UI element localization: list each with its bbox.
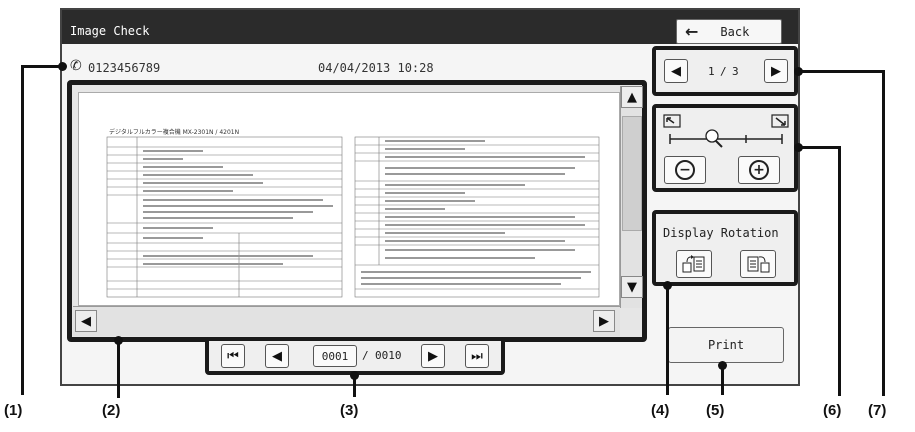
zoom-slider[interactable]	[662, 113, 792, 153]
last-page-icon[interactable]: ⏭	[465, 344, 489, 368]
total-pages: 3	[732, 65, 739, 78]
callout-dot-3	[350, 371, 359, 380]
current-page: 1	[708, 65, 715, 78]
scroll-right-icon[interactable]: ▶	[593, 310, 615, 332]
rotate-left-button[interactable]	[676, 250, 712, 278]
zoom-in-icon: +	[749, 160, 769, 180]
callout-line-6v	[838, 146, 841, 396]
callout-line-6h	[798, 146, 840, 149]
scroll-up-icon[interactable]: ▲	[621, 86, 643, 108]
zoom-in-button[interactable]: +	[738, 156, 780, 184]
zoom-out-icon: −	[675, 160, 695, 180]
prev-page-icon[interactable]: ◀	[265, 344, 289, 368]
page-navigation-top: ◀ 1 / 3 ▶	[652, 46, 798, 96]
callout-line-2	[117, 340, 120, 398]
callout-dot-4	[663, 281, 672, 290]
document-content	[106, 136, 600, 298]
first-page-icon[interactable]: ⏮	[221, 344, 245, 368]
phone-icon: ✆	[70, 58, 82, 74]
preview-area: デジタルフルカラー複合機 MX-2301N / 4201N ▲ ▼ ◀ ▶	[67, 80, 647, 342]
callout-dot-5	[718, 361, 727, 370]
callout-dot-7	[794, 67, 803, 76]
rotate-right-button[interactable]	[740, 250, 776, 278]
zoom-out-button[interactable]: −	[664, 156, 706, 184]
callout-dot-6	[794, 143, 803, 152]
rotate-right-icon	[747, 256, 770, 273]
callout-label-1: (1)	[4, 402, 23, 419]
callout-line-7h	[798, 70, 884, 73]
document-preview[interactable]: デジタルフルカラー複合機 MX-2301N / 4201N	[78, 92, 620, 306]
scroll-left-icon[interactable]: ◀	[75, 310, 97, 332]
print-button[interactable]: Print	[668, 327, 784, 363]
callout-line-4	[666, 285, 669, 395]
vertical-scrollbar[interactable]: ▲ ▼	[620, 86, 643, 308]
callout-dot-2	[114, 336, 123, 345]
date-time: 04/04/2013 10:28	[318, 61, 434, 75]
callout-line-1v	[21, 65, 24, 395]
phone-number: 0123456789	[88, 61, 161, 75]
page-separator-top: /	[720, 65, 727, 78]
callout-label-5: (5)	[706, 402, 725, 419]
next-page-top-icon[interactable]: ▶	[764, 59, 788, 83]
callout-line-1h	[22, 65, 62, 68]
page-navigation-bottom: ⏮ ◀ 0001 / 0010 ▶ ⏭	[205, 337, 505, 375]
next-page-icon[interactable]: ▶	[421, 344, 445, 368]
rotate-left-icon	[682, 255, 705, 273]
page-total: 0010	[375, 349, 402, 362]
callout-label-6: (6)	[823, 402, 842, 419]
display-rotation-group: Display Rotation	[652, 210, 798, 286]
callout-line-7v	[882, 70, 885, 396]
callout-label-7: (7)	[868, 402, 887, 419]
vertical-scroll-thumb[interactable]	[622, 116, 642, 231]
zoom-controls: − +	[652, 104, 798, 192]
display-rotation-label: Display Rotation	[663, 226, 779, 240]
page-separator: /	[362, 349, 369, 362]
back-button[interactable]: ← Back	[676, 19, 782, 44]
horizontal-scrollbar[interactable]: ◀ ▶	[73, 306, 620, 336]
page-number-input[interactable]: 0001	[313, 345, 357, 367]
back-label: Back	[720, 24, 750, 39]
back-arrow-icon: ←	[685, 22, 699, 41]
callout-label-2: (2)	[102, 402, 121, 419]
prev-page-top-icon[interactable]: ◀	[664, 59, 688, 83]
callout-label-3: (3)	[340, 402, 359, 419]
callout-label-4: (4)	[651, 402, 670, 419]
scroll-down-icon[interactable]: ▼	[621, 276, 643, 298]
window-title: Image Check	[70, 24, 150, 38]
